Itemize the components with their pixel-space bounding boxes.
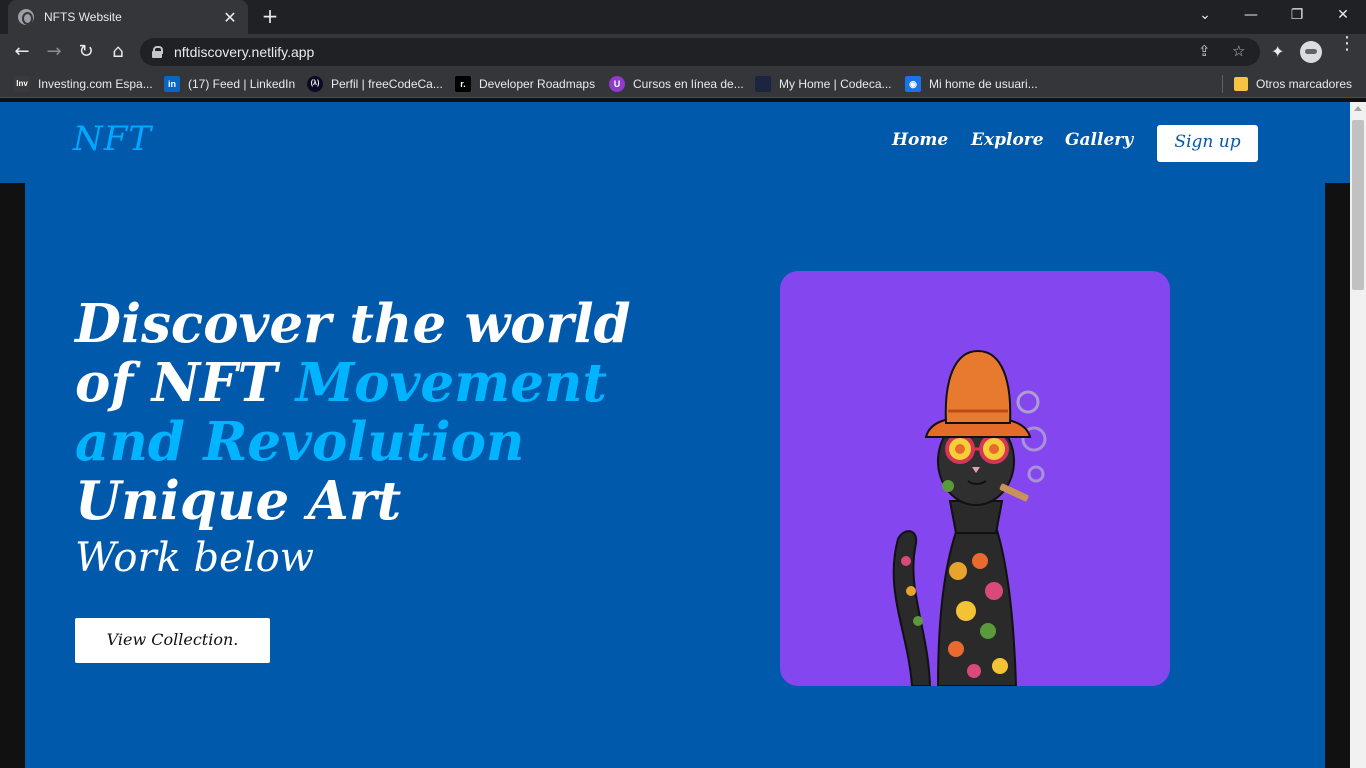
- menu-dots-glyph: ⋮: [1338, 33, 1356, 54]
- headline-accent-movement: Movement: [295, 352, 607, 414]
- codecademy-icon: [755, 76, 771, 92]
- page-scrollbar[interactable]: [1350, 102, 1366, 768]
- share-icon[interactable]: ⇪: [1198, 42, 1211, 60]
- tab-title: NFTS Website: [44, 10, 122, 24]
- bookmark-mi-home[interactable]: ◉ Mi home de usuari...: [905, 75, 1038, 93]
- bookmark-linkedin[interactable]: in (17) Feed | LinkedIn: [164, 75, 295, 93]
- hero-headline: Discover the world of NFT Movement and R…: [75, 295, 675, 531]
- bookmark-star-icon[interactable]: ☆: [1232, 42, 1245, 60]
- roadmap-icon: r.: [455, 76, 471, 92]
- nav-home[interactable]: Home: [892, 130, 948, 150]
- view-collection-button[interactable]: View Collection.: [75, 618, 270, 663]
- site-navbar: NFT Home Explore Gallery Sign up: [0, 102, 1350, 183]
- extensions-icon[interactable]: ✦: [1271, 42, 1284, 61]
- bookmark-label: Developer Roadmaps: [479, 77, 596, 91]
- home-usuario-icon: ◉: [905, 76, 921, 92]
- globe-icon: [18, 9, 34, 25]
- bookmark-cursos[interactable]: U Cursos en línea de...: [609, 75, 744, 93]
- linkedin-icon: in: [164, 76, 180, 92]
- address-bar[interactable]: nftdiscovery.netlify.app ⇪ ☆: [140, 38, 1260, 66]
- tab-bar: NFTS Website ✕ + ⌄ — ❐ ✕: [0, 0, 1366, 34]
- browser-toolbar: ← → ↻ ⌂ nftdiscovery.netlify.app ⇪ ☆ ✦ ⋮: [0, 34, 1366, 70]
- nft-art-card: [780, 271, 1170, 686]
- browser-menu-icon[interactable]: ⋮: [1338, 35, 1356, 53]
- sign-up-button[interactable]: Sign up: [1157, 125, 1258, 162]
- bookmark-roadmaps[interactable]: r. Developer Roadmaps: [455, 75, 595, 93]
- headline-line-1: Discover the world: [75, 293, 631, 355]
- profile-avatar[interactable]: [1300, 41, 1322, 63]
- reload-button[interactable]: ↻: [74, 40, 98, 64]
- bookmark-label: Perfil | freeCodeCa...: [331, 77, 443, 91]
- minimize-button[interactable]: —: [1228, 0, 1274, 30]
- new-tab-button[interactable]: +: [258, 4, 282, 28]
- nft-cat-illustration: [892, 349, 1047, 686]
- freecodecamp-icon: (λ): [307, 76, 323, 92]
- home-button[interactable]: ⌂: [106, 40, 130, 64]
- forward-button[interactable]: →: [42, 40, 66, 64]
- nav-explore[interactable]: Explore: [971, 130, 1044, 150]
- other-bookmarks-label: Otros marcadores: [1256, 77, 1353, 91]
- hero-subline: Work below: [75, 535, 314, 581]
- bookmark-investing[interactable]: Inv Investing.com Espa...: [14, 75, 153, 93]
- bookmark-label: Investing.com Espa...: [38, 77, 153, 91]
- tab-nfts-website[interactable]: NFTS Website ✕: [8, 0, 248, 34]
- lock-icon[interactable]: [152, 46, 163, 58]
- url-text[interactable]: nftdiscovery.netlify.app: [174, 44, 314, 60]
- back-button[interactable]: ←: [10, 40, 34, 64]
- bookmark-label: My Home | Codeca...: [779, 77, 892, 91]
- udemy-icon: U: [609, 76, 625, 92]
- restore-button[interactable]: ❐: [1274, 0, 1320, 30]
- close-tab-icon[interactable]: ✕: [222, 8, 238, 27]
- hero-section: Discover the world of NFT Movement and R…: [25, 183, 1325, 768]
- bookmark-codecademy[interactable]: My Home | Codeca...: [755, 75, 892, 93]
- investing-icon: Inv: [14, 76, 30, 92]
- bookmark-label: (17) Feed | LinkedIn: [188, 77, 296, 91]
- bookmark-label: Mi home de usuari...: [929, 77, 1038, 91]
- web-page: NFT Home Explore Gallery Sign up Discove…: [0, 102, 1350, 768]
- site-logo[interactable]: NFT: [73, 119, 152, 159]
- headline-line-2: of NFT: [75, 352, 296, 414]
- bookmark-label: Cursos en línea de...: [633, 77, 744, 91]
- scrollbar-thumb[interactable]: [1352, 120, 1364, 290]
- bookmark-freecodecamp[interactable]: (λ) Perfil | freeCodeCa...: [307, 75, 443, 93]
- bookmarks-separator: [1222, 75, 1223, 93]
- bookmarks-bar: Inv Investing.com Espa... in (17) Feed |…: [0, 70, 1366, 98]
- nav-gallery[interactable]: Gallery: [1065, 130, 1133, 150]
- headline-accent-revolution: and Revolution: [75, 411, 525, 473]
- tab-search-icon[interactable]: ⌄: [1182, 0, 1228, 30]
- close-window-button[interactable]: ✕: [1320, 0, 1366, 30]
- other-bookmarks[interactable]: Otros marcadores: [1234, 75, 1352, 93]
- scroll-up-arrow-icon[interactable]: [1354, 106, 1362, 111]
- headline-line-4: Unique Art: [75, 470, 402, 532]
- folder-icon: [1234, 77, 1248, 91]
